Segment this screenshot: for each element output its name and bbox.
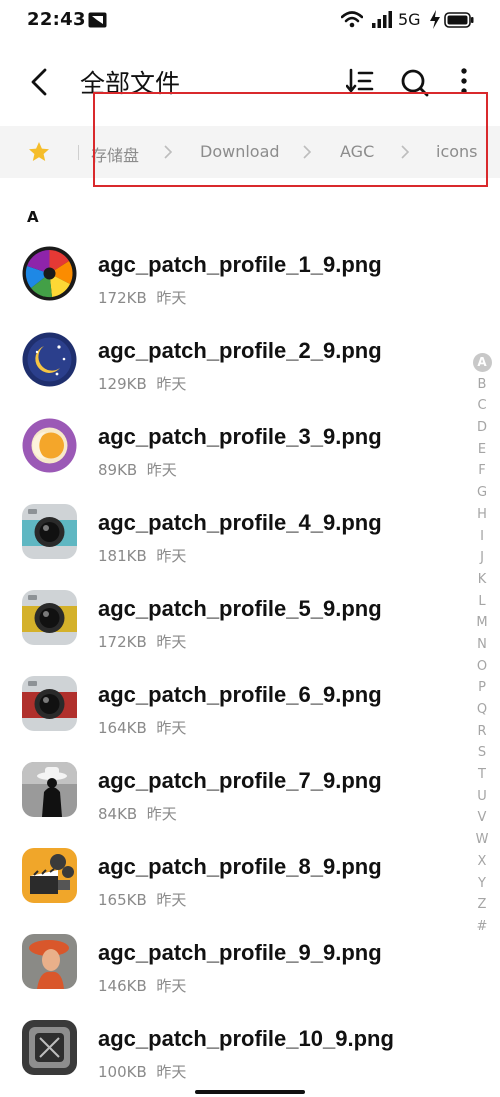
sun-moon-icon (22, 418, 77, 473)
alphabet-index-letter[interactable]: # (470, 916, 494, 938)
breadcrumb-divider (78, 145, 79, 160)
file-list-item[interactable]: agc_patch_profile_8_9.png 165KB 昨天 (0, 834, 460, 920)
file-list-item[interactable]: agc_patch_profile_7_9.png 84KB 昨天 (0, 748, 460, 834)
alphabet-index-letter[interactable]: V (470, 807, 494, 829)
film-clapper-icon (22, 848, 77, 903)
file-meta: 89KB 昨天 (98, 461, 177, 479)
status-bar: 22:43 5G (0, 0, 500, 44)
alphabet-index[interactable]: A B C D E F G H I J K L M N O P Q R S T U V W X Y Z # (470, 352, 494, 938)
file-name: agc_patch_profile_2_9.png (98, 338, 382, 363)
alphabet-index-letter[interactable]: K (470, 569, 494, 591)
alphabet-index-letter[interactable]: H (470, 504, 494, 526)
file-list-item[interactable]: agc_patch_profile_2_9.png 129KB 昨天 (0, 318, 460, 404)
alphabet-index-letter[interactable]: I (470, 526, 494, 548)
alphabet-index-letter[interactable]: Y (470, 873, 494, 895)
file-meta: 165KB 昨天 (98, 891, 187, 909)
alphabet-index-letter[interactable]: D (470, 417, 494, 439)
charging-icon (430, 10, 440, 29)
alphabet-index-letter[interactable]: Z (470, 894, 494, 916)
alphabet-index-letter[interactable]: Q (470, 699, 494, 721)
section-header-letter: A (27, 208, 39, 226)
file-list-item[interactable]: agc_patch_profile_9_9.png 146KB 昨天 (0, 920, 460, 1006)
alphabet-index-letter[interactable]: G (470, 482, 494, 504)
file-meta: 84KB 昨天 (98, 805, 177, 823)
file-name: agc_patch_profile_3_9.png (98, 424, 382, 449)
alphabet-index-letter[interactable]: N (470, 634, 494, 656)
file-list-item[interactable]: agc_patch_profile_4_9.png 181KB 昨天 (0, 490, 460, 576)
file-name: agc_patch_profile_6_9.png (98, 682, 382, 707)
file-name: agc_patch_profile_10_9.png (98, 1026, 394, 1051)
alphabet-index-letter[interactable]: R (470, 721, 494, 743)
file-name: agc_patch_profile_8_9.png (98, 854, 382, 879)
file-name: agc_patch_profile_1_9.png (98, 252, 382, 277)
color-wheel-icon (22, 246, 77, 301)
file-meta: 129KB 昨天 (98, 375, 187, 393)
alphabet-index-letter[interactable]: L (470, 591, 494, 613)
alphabet-index-letter[interactable]: J (470, 547, 494, 569)
file-list-item[interactable]: agc_patch_profile_6_9.png 164KB 昨天 (0, 662, 460, 748)
file-meta: 172KB 昨天 (98, 289, 187, 307)
man-in-hat-icon (22, 762, 77, 817)
file-meta: 172KB 昨天 (98, 633, 187, 651)
alphabet-index-letter[interactable]: P (470, 677, 494, 699)
alphabet-index-letter[interactable]: S (470, 742, 494, 764)
alphabet-index-letter[interactable]: C (470, 395, 494, 417)
file-name: agc_patch_profile_7_9.png (98, 768, 382, 793)
file-meta: 146KB 昨天 (98, 977, 187, 995)
alphabet-index-letter[interactable]: T (470, 764, 494, 786)
file-meta: 100KB 昨天 (98, 1063, 187, 1081)
file-list-item[interactable]: agc_patch_profile_1_9.png 172KB 昨天 (0, 232, 460, 318)
status-time: 22:43 (27, 9, 86, 30)
alphabet-index-letter[interactable]: A (470, 352, 494, 374)
back-button[interactable] (25, 66, 55, 98)
metal-square-icon (22, 1020, 77, 1075)
alphabet-index-letter[interactable]: X (470, 851, 494, 873)
alphabet-index-letter[interactable]: U (470, 786, 494, 808)
night-moon-icon (22, 332, 77, 387)
battery-icon (444, 12, 474, 28)
file-name: agc_patch_profile_5_9.png (98, 596, 382, 621)
woman-portrait-icon (22, 934, 77, 989)
sort-button[interactable] (346, 68, 374, 94)
wifi-icon (341, 11, 363, 28)
favorite-star-icon[interactable] (28, 141, 50, 163)
file-name: agc_patch_profile_4_9.png (98, 510, 382, 535)
alphabet-index-letter[interactable]: F (470, 460, 494, 482)
camera-yellow-icon (22, 590, 77, 645)
camera-teal-icon (22, 504, 77, 559)
alphabet-index-letter[interactable]: M (470, 612, 494, 634)
file-list-item[interactable]: agc_patch_profile_5_9.png 172KB 昨天 (0, 576, 460, 662)
file-meta: 164KB 昨天 (98, 719, 187, 737)
alphabet-index-letter[interactable]: W (470, 829, 494, 851)
signal-icon (372, 11, 392, 28)
file-list-item[interactable]: agc_patch_profile_3_9.png 89KB 昨天 (0, 404, 460, 490)
alphabet-index-letter[interactable]: E (470, 439, 494, 461)
notification-icon (88, 12, 107, 28)
file-name: agc_patch_profile_9_9.png (98, 940, 382, 965)
alphabet-index-letter[interactable]: B (470, 374, 494, 396)
camera-red-icon (22, 676, 77, 731)
file-list-item[interactable]: agc_patch_profile_10_9.png 100KB 昨天 (0, 1006, 460, 1092)
alphabet-index-letter[interactable]: O (470, 656, 494, 678)
home-indicator[interactable] (195, 1090, 305, 1094)
network-type: 5G (398, 10, 421, 29)
highlight-annotation-box (93, 92, 488, 187)
file-meta: 181KB 昨天 (98, 547, 187, 565)
